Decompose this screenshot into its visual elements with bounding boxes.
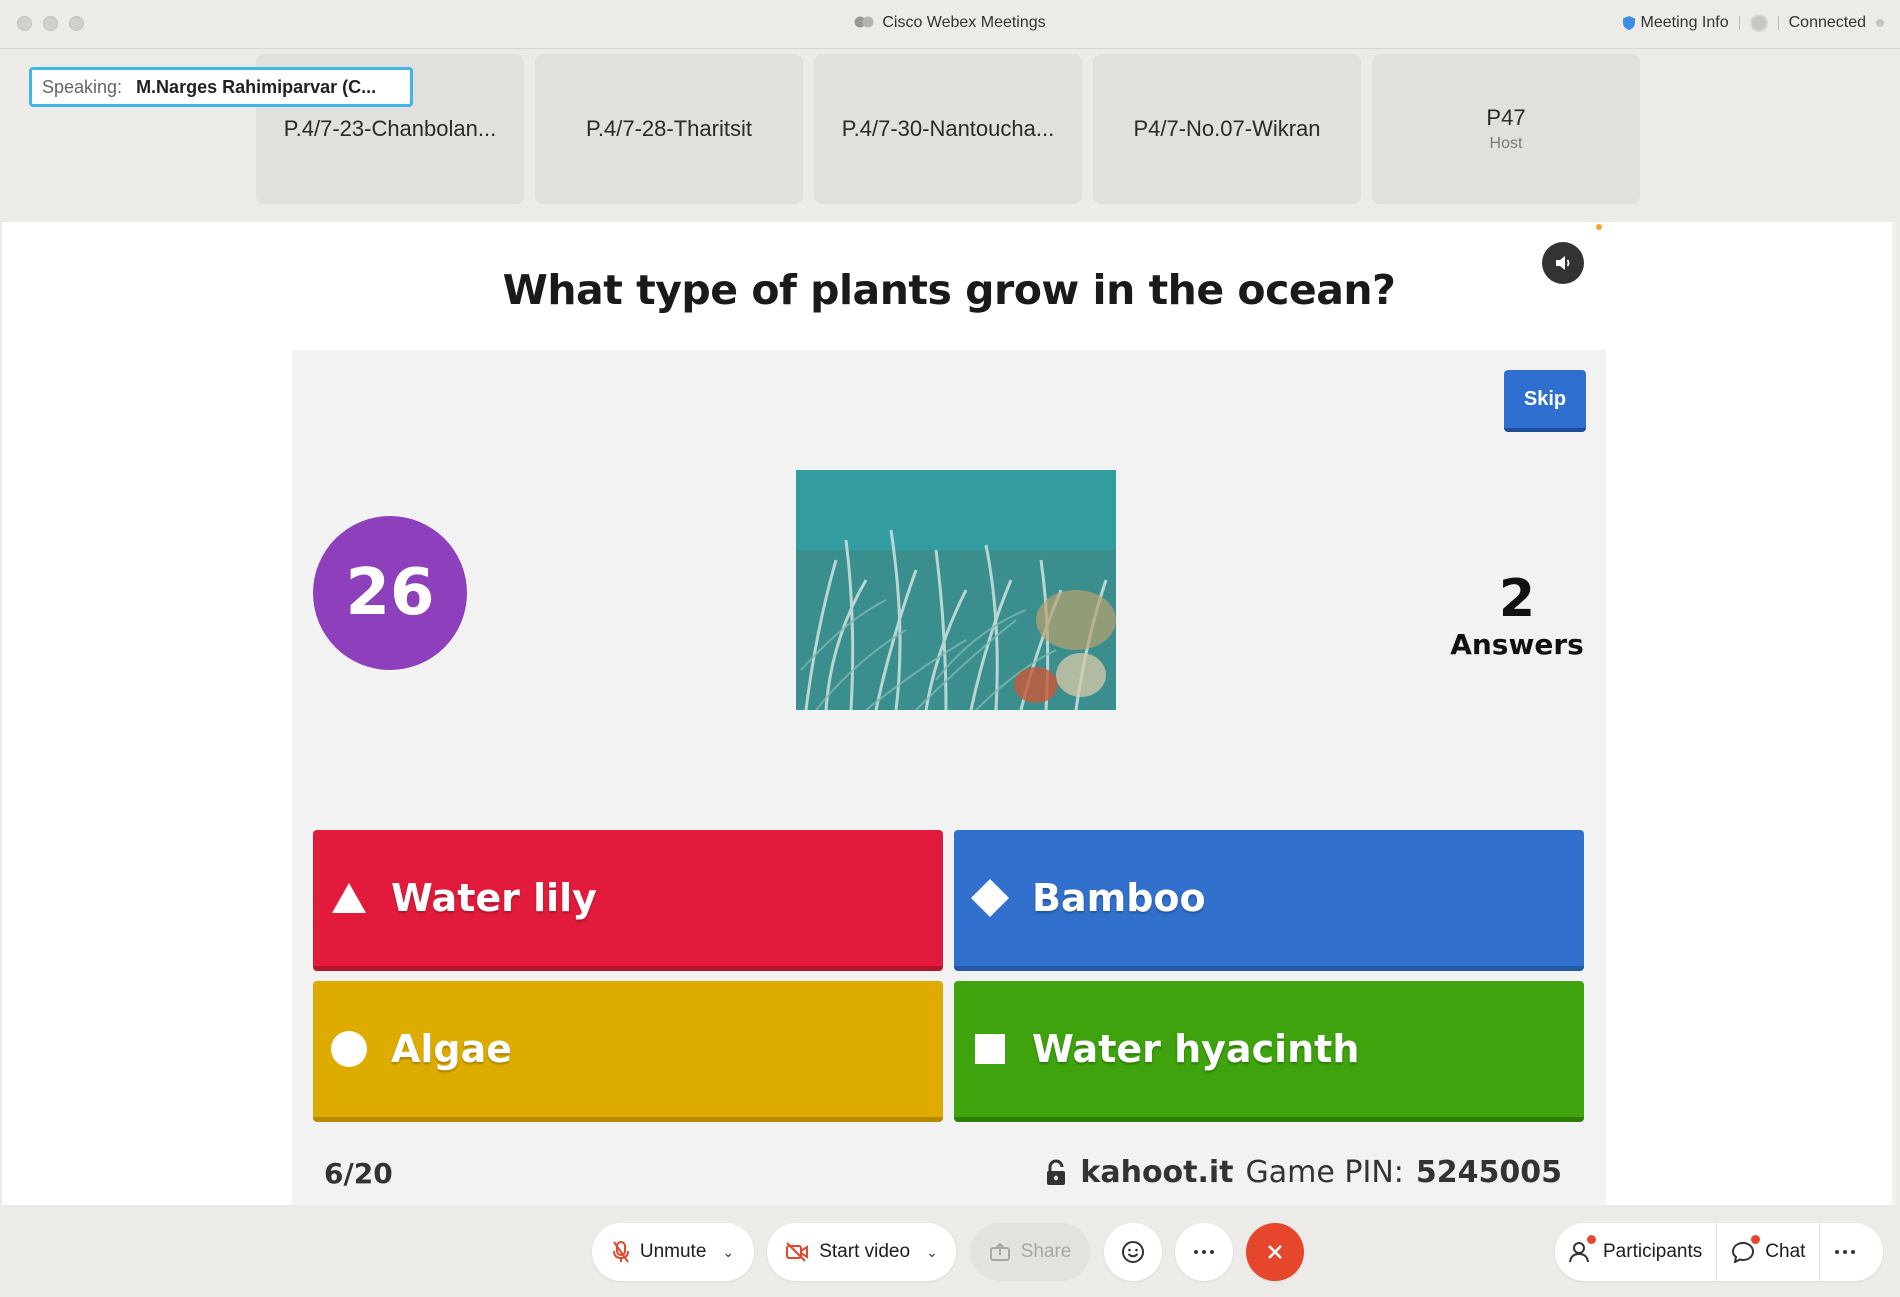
shield-icon	[1622, 16, 1635, 30]
answer-option-red[interactable]: Water lily	[313, 830, 943, 971]
chat-bubble-icon	[1732, 1241, 1755, 1263]
quiz-question: What type of plants grow in the ocean?	[502, 266, 1396, 314]
chevron-down-icon[interactable]: ⌄	[926, 1244, 938, 1261]
participants-label: Participants	[1603, 1241, 1703, 1262]
chat-label: Chat	[1765, 1241, 1806, 1262]
recording-dot-icon	[1596, 224, 1602, 230]
chevron-down-icon[interactable]: ⌄	[722, 1244, 734, 1261]
participant-name: P.4/7-28-Tharitsit	[586, 116, 752, 141]
participant-name: P.4/7-30-Nantoucha...	[841, 116, 1055, 141]
share-label: Share	[1020, 1241, 1072, 1262]
seagrass-image	[796, 470, 1116, 710]
participant-tile[interactable]: P.4/7-28-Tharitsit	[535, 54, 803, 204]
shared-content: What type of plants grow in the ocean? S…	[2, 222, 1896, 1205]
quiz-stage: Skip 26 2 Answers Water lily Bamboo Alga…	[292, 350, 1606, 1143]
more-panels-button[interactable]	[1820, 1223, 1870, 1281]
chat-button[interactable]: Chat	[1717, 1223, 1819, 1281]
video-off-icon	[786, 1242, 809, 1262]
muted-mic-icon	[612, 1241, 629, 1263]
unmute-label: Unmute	[639, 1241, 707, 1262]
window-title-text: Cisco Webex Meetings	[882, 14, 1046, 31]
game-pin-value: 5245005	[1415, 1155, 1562, 1190]
notification-badge	[1587, 1235, 1596, 1244]
answer-option-blue[interactable]: Bamboo	[954, 830, 1584, 971]
divider	[1738, 16, 1740, 30]
start-video-button[interactable]: Start video ⌄	[767, 1223, 956, 1281]
speaker-icon	[1556, 256, 1570, 270]
notification-badge	[1751, 1235, 1761, 1244]
answers-count-number: 2	[1498, 569, 1536, 629]
panel-buttons: Participants Chat	[1555, 1223, 1883, 1281]
title-bar-right: Meeting Info Connected	[1622, 14, 1884, 32]
start-video-label: Start video	[819, 1241, 911, 1262]
meeting-info-link[interactable]: Meeting Info	[1622, 14, 1729, 32]
connection-dot-icon	[1876, 19, 1884, 27]
participant-name: P.4/7-23-Chanbolan...	[283, 116, 497, 141]
speaking-indicator: Speaking: M.Narges Rahimiparvar (C...	[29, 67, 413, 107]
meeting-controls: Unmute ⌄ Start video ⌄ Share Participant…	[0, 1205, 1900, 1297]
question-image	[796, 470, 1116, 710]
more-options-button[interactable]	[1175, 1223, 1233, 1281]
speaking-label: Speaking:	[42, 76, 123, 97]
window-title: Cisco Webex Meetings	[0, 14, 1900, 32]
participants-icon	[1569, 1242, 1589, 1263]
webex-logo-icon	[854, 16, 874, 28]
answer-text: Algae	[391, 1027, 513, 1071]
participant-tile[interactable]: P.4/7-30-Nantoucha...	[814, 54, 1082, 204]
game-pin-area: kahoot.it Game PIN: 5245005	[1044, 1155, 1562, 1190]
answer-text: Bamboo	[1032, 876, 1206, 920]
lock-icon[interactable]	[1044, 1159, 1068, 1187]
answer-option-yellow[interactable]: Algae	[313, 981, 943, 1122]
answers-count-label: Answers	[1450, 628, 1584, 661]
edge-strip	[1892, 222, 1896, 1205]
meeting-info-label: Meeting Info	[1640, 14, 1729, 31]
diamond-icon	[970, 878, 1010, 918]
answer-option-green[interactable]: Water hyacinth	[954, 981, 1584, 1122]
participant-name: P47	[1486, 105, 1526, 130]
square-icon	[970, 1029, 1010, 1069]
leave-meeting-button[interactable]	[1246, 1223, 1304, 1281]
triangle-icon	[329, 878, 369, 918]
kahoot-site: kahoot.it	[1080, 1155, 1234, 1190]
question-progress: 6/20	[324, 1157, 393, 1190]
countdown-timer: 26	[313, 516, 467, 670]
participant-name: P4/7-No.07-Wikran	[1133, 116, 1321, 141]
speaker-name: M.Narges Rahimiparvar (C...	[136, 76, 377, 97]
title-bar: Cisco Webex Meetings Meeting Info Connec…	[0, 0, 1900, 49]
skip-button[interactable]: Skip	[1504, 370, 1586, 432]
ellipsis-icon	[1194, 1250, 1214, 1254]
answers-counter: 2 Answers	[1442, 570, 1592, 661]
participant-tile[interactable]: P4/7-No.07-Wikran	[1093, 54, 1361, 204]
close-icon	[1268, 1245, 1282, 1259]
connection-status: Connected	[1788, 14, 1866, 31]
profile-icon[interactable]	[1749, 14, 1768, 32]
share-icon	[989, 1242, 1010, 1261]
smiley-icon	[1122, 1241, 1144, 1263]
game-pin-label: Game PIN:	[1245, 1155, 1404, 1190]
sound-toggle-button[interactable]	[1542, 242, 1584, 284]
share-button[interactable]: Share	[970, 1223, 1090, 1281]
reactions-button[interactable]	[1104, 1223, 1162, 1281]
unmute-button[interactable]: Unmute ⌄	[592, 1223, 754, 1281]
participants-button[interactable]: Participants	[1555, 1223, 1716, 1281]
answer-text: Water hyacinth	[1032, 1027, 1360, 1071]
divider	[1777, 16, 1779, 30]
circle-icon	[329, 1029, 369, 1069]
quiz-footer: 6/20 kahoot.it Game PIN: 5245005	[292, 1143, 1606, 1205]
answer-text: Water lily	[391, 876, 597, 920]
participant-tile-host[interactable]: P47 Host	[1372, 54, 1640, 204]
ellipsis-icon	[1835, 1250, 1856, 1254]
participant-role: Host	[1489, 135, 1523, 152]
